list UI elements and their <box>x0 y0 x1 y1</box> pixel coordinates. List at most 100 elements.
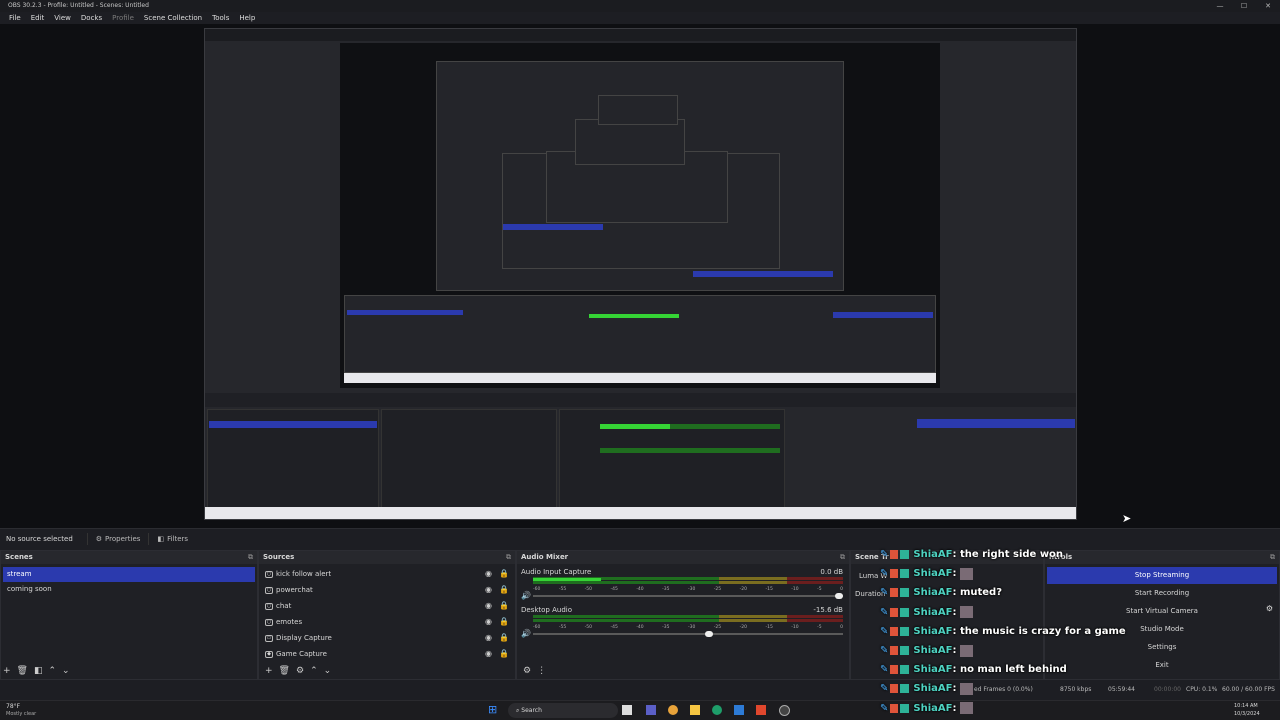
meter-scale-a <box>533 615 843 618</box>
store-icon[interactable] <box>734 705 744 715</box>
mixer-channel-1: Audio Input Capture 0.0 dB -60 -55 -50 -45 -4… <box>517 568 849 600</box>
minimize-button[interactable]: — <box>1208 0 1232 12</box>
close-button[interactable]: ✕ <box>1256 0 1280 12</box>
gamepad-icon: ◆ <box>265 650 273 658</box>
slider-knob[interactable] <box>704 631 713 637</box>
source-item[interactable]: ○ chat ◉ 🔒 <box>261 598 513 614</box>
undock-icon[interactable]: ⧉ <box>506 551 511 564</box>
edge-icon[interactable] <box>712 705 722 715</box>
volume-slider[interactable] <box>533 592 843 600</box>
eye-icon[interactable]: ◉ <box>485 582 492 598</box>
mixer-header: Audio Mixer ⧉ <box>517 551 849 564</box>
taskview-icon[interactable] <box>622 705 632 715</box>
scene-item-coming-soon[interactable]: coming soon <box>3 582 255 597</box>
chevron-up-icon[interactable]: ⌃ <box>49 666 57 676</box>
properties-button[interactable]: ⚙ Properties <box>86 532 149 545</box>
scene-item-stream[interactable]: stream <box>3 567 255 582</box>
gear-icon[interactable]: ⚙ <box>523 666 531 676</box>
recursive-docks <box>344 295 936 373</box>
source-item[interactable]: ○ kick follow alert ◉ 🔒 <box>261 566 513 582</box>
menu-scene-collection[interactable]: Scene Collection <box>139 12 207 24</box>
lock-icon[interactable]: 🔒 <box>499 566 509 582</box>
source-label: Display Capture <box>276 634 332 642</box>
source-item[interactable]: ○ powerchat ◉ 🔒 <box>261 582 513 598</box>
filter-icon[interactable]: ◧ <box>34 666 43 676</box>
filters-button[interactable]: ◧ Filters <box>148 532 196 545</box>
obs-icon[interactable] <box>779 705 790 716</box>
chat-overlay: ✎ ShiaAF: the right side won ✎ ShiaAF: ✎ Shi… <box>880 545 1280 720</box>
menu-help[interactable]: Help <box>234 12 260 24</box>
source-label: Game Capture <box>276 650 327 658</box>
lock-icon[interactable]: 🔒 <box>499 582 509 598</box>
maximize-button[interactable]: ☐ <box>1232 0 1256 12</box>
menu-docks[interactable]: Docks <box>76 12 107 24</box>
chrome-icon[interactable] <box>668 705 678 715</box>
source-label: chat <box>276 602 292 610</box>
recursive-meter-3 <box>589 314 679 318</box>
windows-start-icon[interactable]: ⊞ <box>488 704 500 716</box>
badge-icon <box>900 550 910 560</box>
chat-text: : <box>952 645 957 657</box>
menu-bar: File Edit View Docks Profile Scene Colle… <box>0 12 1280 24</box>
undock-icon[interactable]: ⧉ <box>840 551 845 564</box>
nested-taskbar <box>205 507 1076 519</box>
menu-profile[interactable]: Profile <box>107 12 139 24</box>
teams-icon[interactable] <box>646 705 656 715</box>
speaker-icon[interactable]: 🔊 <box>521 591 531 600</box>
mixer-title: Audio Mixer <box>521 553 569 561</box>
chevron-down-icon[interactable]: ⌄ <box>62 666 70 676</box>
source-item[interactable]: ▭ Display Capture ◉ 🔒 <box>261 630 513 646</box>
nested-stop-streaming <box>917 419 1075 428</box>
add-icon[interactable]: + <box>265 666 273 676</box>
menu-tools[interactable]: Tools <box>207 12 234 24</box>
lock-icon[interactable]: 🔒 <box>499 630 509 646</box>
brave-icon[interactable] <box>756 705 766 715</box>
badge-icon <box>900 665 910 675</box>
eye-icon[interactable]: ◉ <box>485 598 492 614</box>
chat-text: : <box>952 702 957 714</box>
eye-icon[interactable]: ◉ <box>485 646 492 662</box>
source-item[interactable]: ○ emotes ◉ 🔒 <box>261 614 513 630</box>
chat-message: ✎ ShiaAF: <box>880 641 1280 660</box>
add-icon[interactable]: + <box>3 666 11 676</box>
chat-message: ✎ ShiaAF: <box>880 699 1280 718</box>
trash-icon[interactable]: 🗑 <box>17 666 28 676</box>
undock-icon[interactable]: ⧉ <box>248 551 253 564</box>
window-title: OBS 30.2.3 - Profile: Untitled - Scenes:… <box>0 0 1280 12</box>
recursive-stop <box>833 312 933 318</box>
filter-icon: ◧ <box>157 534 165 543</box>
lock-icon[interactable]: 🔒 <box>499 598 509 614</box>
slider-knob[interactable] <box>835 593 843 599</box>
lock-icon[interactable]: 🔒 <box>499 614 509 630</box>
pencil-badge-icon: ✎ <box>880 683 889 695</box>
emote-image <box>960 567 974 580</box>
speaker-icon[interactable]: 🔊 <box>521 629 531 638</box>
taskbar-search[interactable]: ⌕ Search <box>508 703 618 718</box>
badge-icon <box>900 569 910 579</box>
search-label: Search <box>521 707 542 714</box>
badge-icon <box>890 607 899 617</box>
eye-icon[interactable]: ◉ <box>485 630 492 646</box>
globe-icon: ○ <box>265 586 273 594</box>
chat-username: ShiaAF <box>913 645 953 657</box>
source-item[interactable]: ◆ Game Capture ◉ 🔒 <box>261 646 513 662</box>
menu-edit[interactable]: Edit <box>26 12 50 24</box>
lock-icon[interactable]: 🔒 <box>499 646 509 662</box>
chevron-up-icon[interactable]: ⌃ <box>310 666 318 676</box>
eye-icon[interactable]: ◉ <box>485 614 492 630</box>
weather-temp[interactable]: 78°F <box>6 703 20 710</box>
chat-username: ShiaAF <box>913 683 953 695</box>
folder-icon[interactable] <box>690 705 700 715</box>
chevron-down-icon[interactable]: ⌄ <box>324 666 332 676</box>
gear-icon[interactable]: ⚙ <box>296 666 304 676</box>
properties-label: Properties <box>105 534 141 543</box>
menu-view[interactable]: View <box>49 12 76 24</box>
channel-controls: 🔊 <box>517 629 849 638</box>
menu-file[interactable]: File <box>4 12 26 24</box>
eye-icon[interactable]: ◉ <box>485 566 492 582</box>
more-icon[interactable]: ⋮ <box>537 666 546 676</box>
no-source-label: No source selected <box>6 534 73 543</box>
volume-slider[interactable] <box>533 630 843 638</box>
scenes-header: Scenes ⧉ <box>1 551 257 564</box>
trash-icon[interactable]: 🗑 <box>279 666 290 676</box>
